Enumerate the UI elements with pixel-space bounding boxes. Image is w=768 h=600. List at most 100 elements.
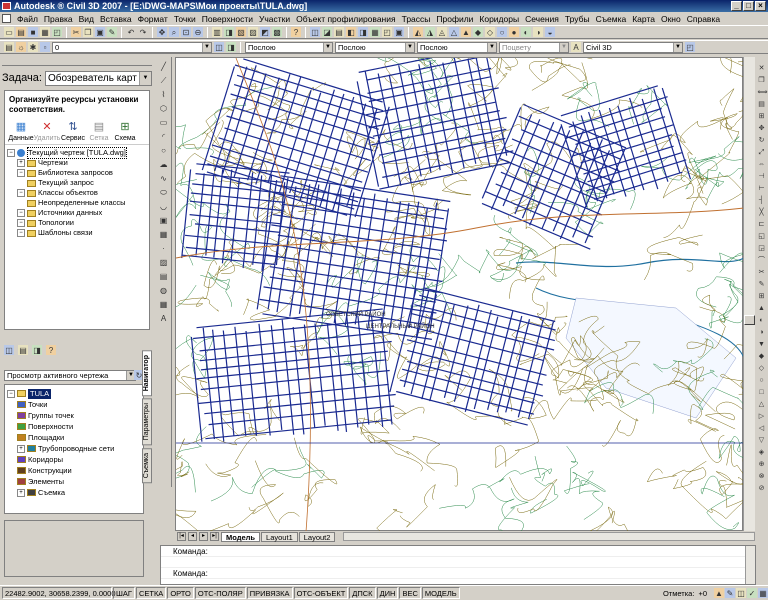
modify-tool-33-icon[interactable]: ⊕ xyxy=(757,459,767,469)
menu-item-17[interactable]: Справка xyxy=(684,14,723,24)
prospector-item[interactable]: Точки xyxy=(7,399,141,410)
tray-icon-3[interactable]: ◫ xyxy=(736,588,746,598)
lineweight-combo[interactable]: Послою ▼ xyxy=(417,41,497,53)
zoom-window-icon[interactable]: ⊡ xyxy=(181,27,191,37)
prospector-item[interactable]: Поверхности xyxy=(7,421,141,432)
lock-icon[interactable]: ▫ xyxy=(40,42,50,52)
modify-tool-30-icon[interactable]: ◁ xyxy=(757,423,767,433)
rectangle-icon[interactable]: ▭ xyxy=(158,117,170,129)
zoom-prev-icon[interactable]: ⊖ xyxy=(193,27,203,37)
tree-item[interactable]: − Топологии xyxy=(7,218,147,228)
map-tool-2-icon[interactable]: ◪ xyxy=(322,27,332,37)
civil-tool-10-icon[interactable]: ◐ xyxy=(521,27,531,37)
cloud-icon[interactable]: ☁ xyxy=(158,159,170,171)
civil-tool-2-icon[interactable]: ◮ xyxy=(425,27,435,37)
civil-tool-7-icon[interactable]: ◇ xyxy=(485,27,495,37)
expand-icon[interactable]: − xyxy=(17,169,25,177)
drawing-canvas[interactable]: СОВЕТСКИЙ РАЙОН ЦЕНТРАЛЬНЫЙ РАЙОН xyxy=(130,4,768,569)
scroll-thumb[interactable] xyxy=(744,315,755,325)
horizontal-scrollbar[interactable] xyxy=(343,532,755,541)
modify-tool-8-icon[interactable]: ⇔ xyxy=(757,159,767,169)
command-line[interactable]: Команда: Команда: xyxy=(160,545,756,585)
prospector-item[interactable]: Площадки xyxy=(7,432,141,443)
expand-icon[interactable]: − xyxy=(7,389,15,398)
expand-icon[interactable]: + xyxy=(17,159,25,167)
civil-tool-8-icon[interactable]: ○ xyxy=(497,27,507,37)
map-tool-3[interactable]: ▤ Сетка xyxy=(89,121,109,142)
gradient-icon[interactable]: ▤ xyxy=(158,271,170,283)
bulb-icon[interactable]: ☼ xyxy=(16,42,26,52)
menu-item-10[interactable]: Профили xyxy=(433,14,476,24)
map-tool-2[interactable]: ⇅ Сервис xyxy=(61,121,85,142)
menu-item-9[interactable]: Трассы xyxy=(399,14,434,24)
modify-tool-5-icon[interactable]: ✥ xyxy=(757,123,767,133)
tree-item[interactable]: − Шаблоны связи xyxy=(7,228,147,238)
prospector-item[interactable]: + Трубопроводные сети xyxy=(7,443,141,454)
match-icon[interactable]: ✎ xyxy=(107,27,117,37)
map-tool-3-icon[interactable]: ▤ xyxy=(334,27,344,37)
status-toggle-9[interactable]: МОДЕЛЬ xyxy=(421,587,460,599)
tab-first-icon[interactable]: |◂ xyxy=(177,532,186,541)
civil-tool-9-icon[interactable]: ● xyxy=(509,27,519,37)
pan-icon[interactable]: ✥ xyxy=(157,27,167,37)
vertical-scrollbar[interactable] xyxy=(743,57,755,531)
status-toggle-6[interactable]: ДПСК xyxy=(349,587,376,599)
mtext-icon[interactable]: A xyxy=(158,313,170,325)
maximize-button[interactable]: □ xyxy=(743,1,754,11)
civil-tool-11-icon[interactable]: ◑ xyxy=(533,27,543,37)
modify-tool-27-icon[interactable]: □ xyxy=(757,387,767,397)
modify-tool-35-icon[interactable]: ⊘ xyxy=(757,483,767,493)
command-scroll[interactable] xyxy=(745,546,755,584)
map-tool-4[interactable]: ⊞ Схема xyxy=(114,121,135,142)
modify-tool-2-icon[interactable]: ⟺ xyxy=(757,87,768,97)
close-button[interactable]: × xyxy=(755,1,766,11)
tray-icon-2[interactable]: ✎ xyxy=(725,588,735,598)
save-icon[interactable]: ■ xyxy=(28,27,38,37)
sheet-set-icon[interactable]: ▨ xyxy=(248,27,258,37)
map-tool-6-icon[interactable]: ▦ xyxy=(370,27,380,37)
properties-icon[interactable]: ▥ xyxy=(212,27,222,37)
menu-item-1[interactable]: Правка xyxy=(41,14,76,24)
modify-tool-1-icon[interactable]: ❐ xyxy=(757,75,767,85)
menu-item-13[interactable]: Трубы xyxy=(562,14,593,24)
modify-tool-0-icon[interactable]: ✕ xyxy=(757,63,767,73)
prospector-icon-2[interactable]: ▤ xyxy=(18,345,28,355)
prospector-icon-4[interactable]: ? xyxy=(46,345,56,355)
tree-item[interactable]: − Классы объектов xyxy=(7,188,147,198)
modify-tool-23-icon[interactable]: ▼ xyxy=(757,339,767,349)
prospector-item[interactable]: + Съемка xyxy=(7,487,141,498)
map-tool-7-icon[interactable]: ◰ xyxy=(382,27,392,37)
dimstyle-icon[interactable]: ◰ xyxy=(685,42,695,52)
menu-item-7[interactable]: Участки xyxy=(256,14,293,24)
modify-tool-26-icon[interactable]: ○ xyxy=(757,375,767,385)
menu-item-5[interactable]: Точки xyxy=(171,14,199,24)
civil-tool-12-icon[interactable]: ◒ xyxy=(545,27,555,37)
map-tool-4-icon[interactable]: ◧ xyxy=(346,27,356,37)
layer-prev-icon[interactable]: ◨ xyxy=(226,42,236,52)
cut-icon[interactable]: ✂ xyxy=(71,27,81,37)
tray-icon-4[interactable]: ✓ xyxy=(747,588,757,598)
tree-item[interactable]: Текущий запрос xyxy=(7,178,147,188)
layer-combo[interactable]: 0 ▼ xyxy=(52,41,212,53)
modify-tool-14-icon[interactable]: ◱ xyxy=(757,231,767,241)
undo-icon[interactable]: ↶ xyxy=(126,27,136,37)
menu-item-3[interactable]: Вставка xyxy=(97,14,135,24)
modify-tool-25-icon[interactable]: ◇ xyxy=(757,363,767,373)
task-pane-grip[interactable] xyxy=(2,58,152,66)
style-combo[interactable]: Civil 3D ▼ xyxy=(583,41,683,53)
redo-icon[interactable]: ↷ xyxy=(138,27,148,37)
modify-tool-18-icon[interactable]: ✎ xyxy=(757,279,767,289)
menu-item-14[interactable]: Съемка xyxy=(593,14,630,24)
make-block-icon[interactable]: ▦ xyxy=(158,229,170,241)
arc-icon[interactable]: ◜ xyxy=(158,131,170,143)
minimize-button[interactable]: _ xyxy=(731,1,742,11)
point-icon[interactable]: · xyxy=(158,243,170,255)
plotstyle-combo[interactable]: Поцвету ▼ xyxy=(499,41,569,53)
tab-prev-icon[interactable]: ◂ xyxy=(188,532,197,541)
help-icon[interactable]: ? xyxy=(291,27,301,37)
tree-item[interactable]: + Чертежи xyxy=(7,158,147,168)
civil-tool-3-icon[interactable]: ◬ xyxy=(437,27,447,37)
polygon-icon[interactable]: ⬡ xyxy=(158,103,170,115)
menu-item-2[interactable]: Вид xyxy=(76,14,97,24)
modify-tool-20-icon[interactable]: ▲ xyxy=(757,303,767,313)
